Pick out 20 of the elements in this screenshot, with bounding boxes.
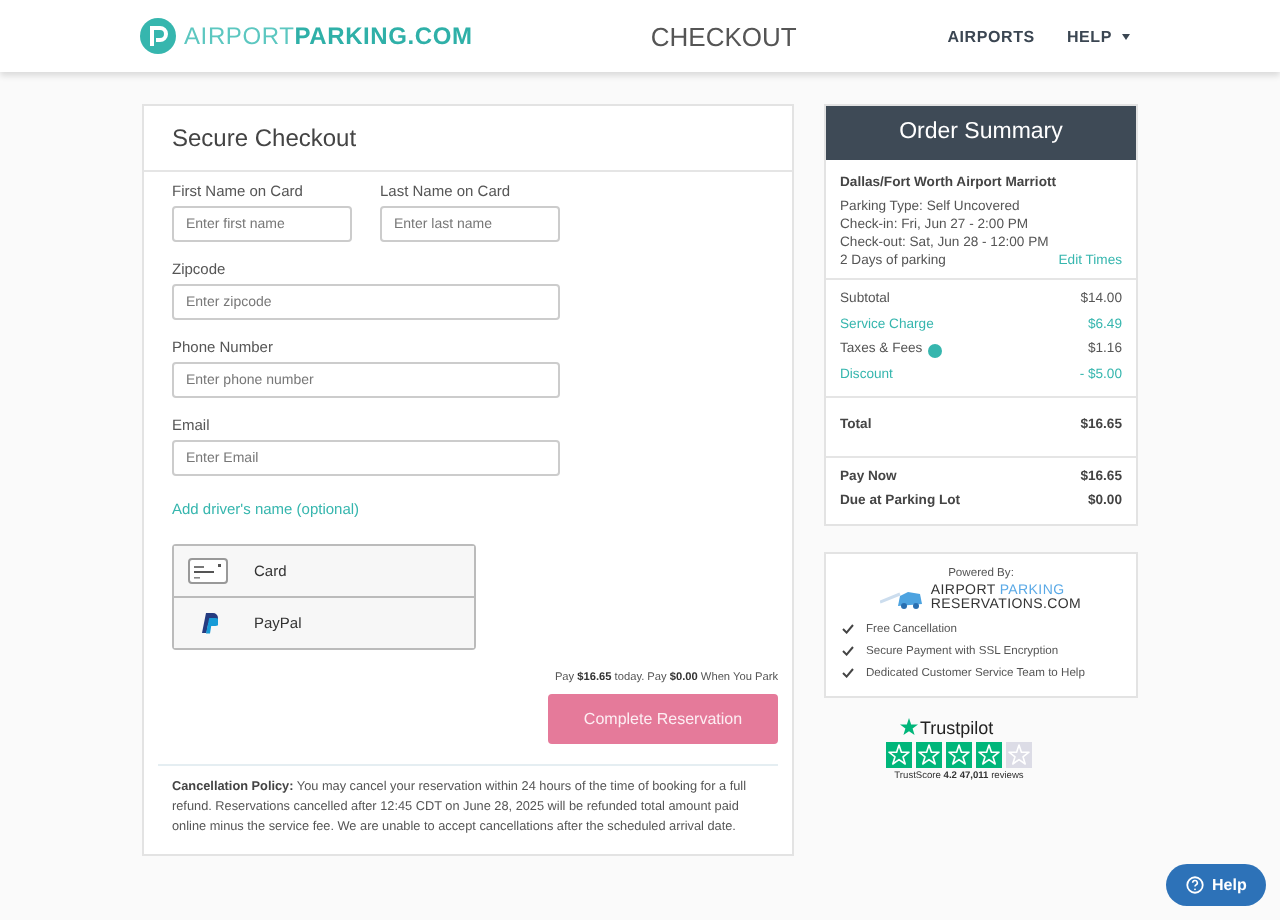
star-icon [886,741,912,767]
nav-link[interactable]: AIRPORTS [947,27,1035,45]
star-icon [976,741,1002,767]
summary-title: Order Summary [826,106,1136,160]
site-logo[interactable]: AIRPORTPARKING.COM [184,22,473,50]
help-button[interactable]: Help [1166,864,1267,906]
star-logo-icon [900,718,918,736]
info-icon[interactable] [928,343,943,358]
star-icon [946,741,972,767]
credit-card-icon [188,558,228,584]
caret-icon [1122,33,1130,39]
nav-link[interactable]: HELP [1066,27,1130,45]
trustpilot-brand: Trustpilot [920,717,994,737]
page-title: CHECKOUT [648,21,799,51]
parking-logo-icon [140,18,176,54]
star-icon [916,741,942,767]
paypal-icon [199,612,217,634]
help-icon [1186,876,1204,894]
form-title: Secure Checkout [170,122,359,156]
star-icon [1006,741,1032,767]
